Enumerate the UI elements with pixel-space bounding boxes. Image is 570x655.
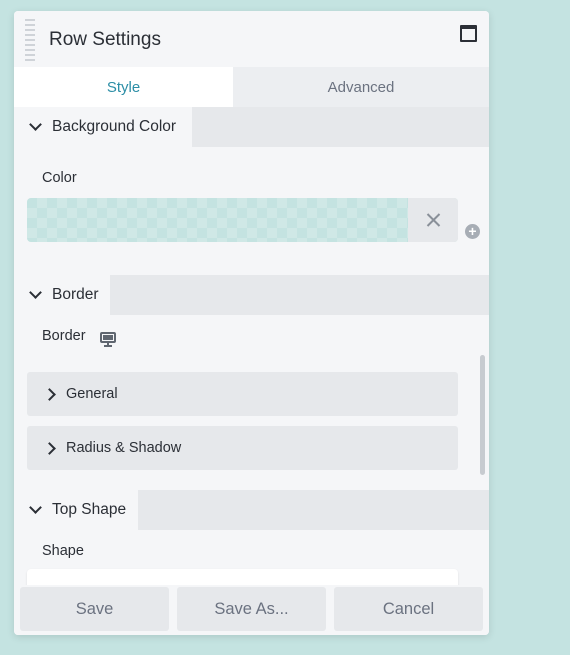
section-title: Top Shape xyxy=(52,501,127,518)
chevron-down-icon xyxy=(29,118,42,131)
section-title: Background Color xyxy=(52,118,177,135)
settings-scroll-area: Background Color Color + Border Border G… xyxy=(14,107,489,585)
color-picker-field[interactable] xyxy=(27,198,458,242)
drag-handle-icon[interactable] xyxy=(25,19,35,61)
section-toggle-background-color[interactable]: Background Color xyxy=(14,107,192,147)
shape-label: Shape xyxy=(42,543,84,559)
panel-footer: Save Save As... Cancel xyxy=(14,585,489,635)
border-radius-shadow-item[interactable]: Radius & Shadow xyxy=(27,426,458,470)
tab-advanced[interactable]: Advanced xyxy=(233,67,489,107)
section-header-border: Border xyxy=(14,275,489,315)
panel-titlebar[interactable]: Row Settings xyxy=(14,11,489,67)
border-label: Border xyxy=(42,328,86,344)
clear-color-button[interactable] xyxy=(408,198,458,242)
section-title: Border xyxy=(52,286,99,303)
chevron-right-icon xyxy=(43,387,56,401)
border-general-item[interactable]: General xyxy=(27,372,458,416)
cancel-button[interactable]: Cancel xyxy=(334,587,483,631)
color-label: Color xyxy=(42,170,77,186)
section-toggle-border[interactable]: Border xyxy=(14,275,110,315)
list-item-label: Radius & Shadow xyxy=(66,440,182,456)
window-toggle-icon[interactable] xyxy=(460,25,477,42)
add-preset-icon[interactable]: + xyxy=(465,224,480,239)
list-item-label: General xyxy=(66,386,118,402)
responsive-monitor-icon[interactable] xyxy=(100,332,116,347)
scrollbar[interactable] xyxy=(480,355,485,475)
chevron-down-icon xyxy=(29,286,42,299)
save-button[interactable]: Save xyxy=(20,587,169,631)
save-as-button[interactable]: Save As... xyxy=(177,587,326,631)
shape-select[interactable] xyxy=(27,569,458,585)
chevron-down-icon xyxy=(29,501,42,514)
chevron-right-icon xyxy=(43,441,56,455)
section-header-background-color: Background Color xyxy=(14,107,489,147)
section-header-top-shape: Top Shape xyxy=(14,490,489,530)
section-toggle-top-shape[interactable]: Top Shape xyxy=(14,490,138,530)
tab-bar: Style Advanced xyxy=(14,67,489,107)
tab-style[interactable]: Style xyxy=(14,67,233,107)
panel-title: Row Settings xyxy=(49,29,161,50)
row-settings-panel: Row Settings Style Advanced Background C… xyxy=(14,11,489,635)
